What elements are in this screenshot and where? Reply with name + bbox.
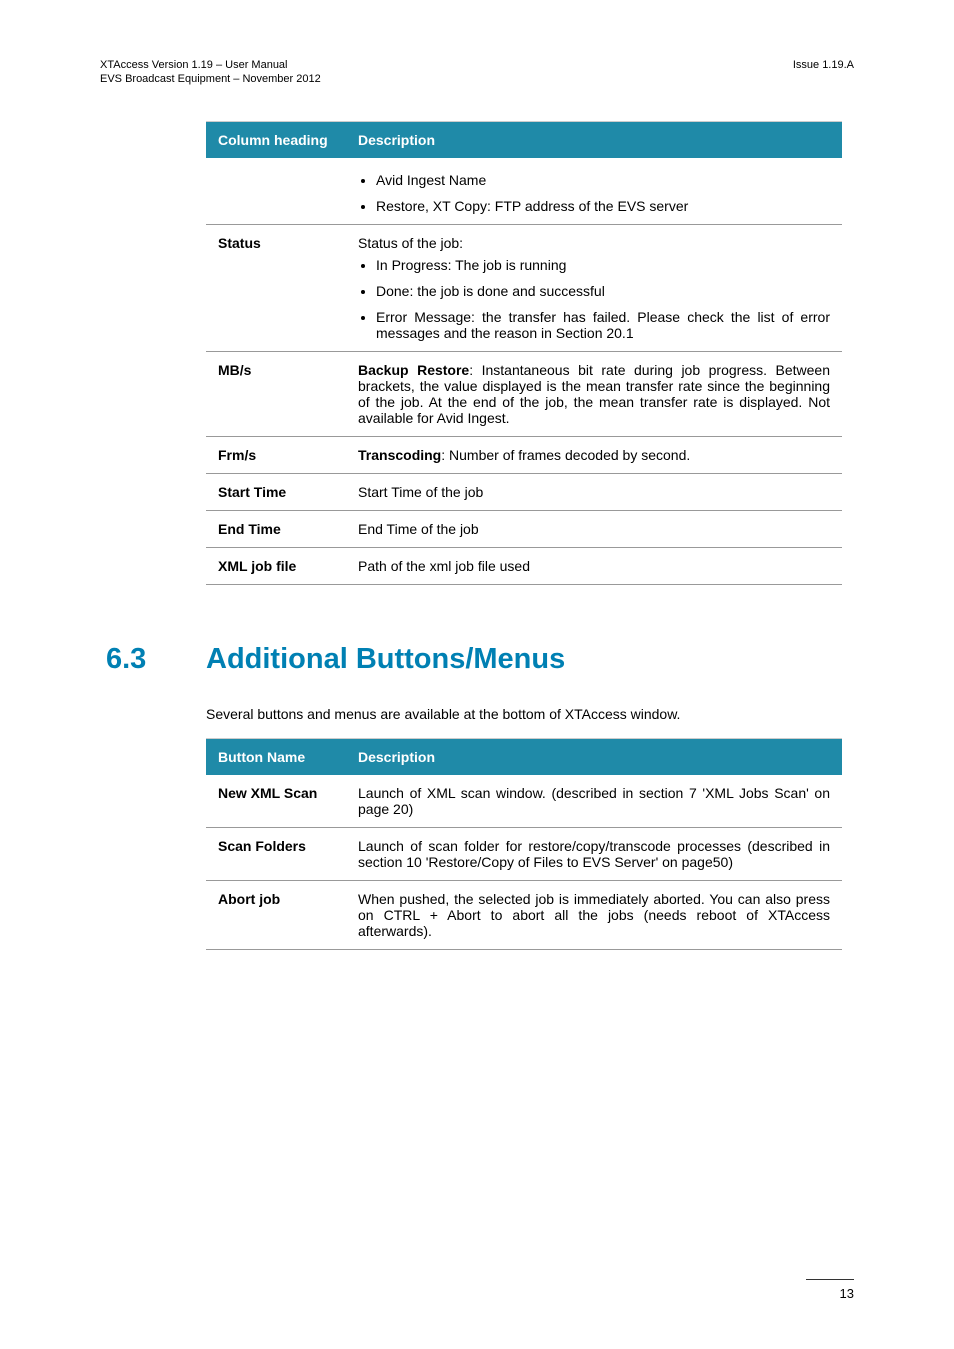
table-row: Scan Folders Launch of scan folder for r… <box>206 827 842 880</box>
desc-prefix: Transcoding <box>358 447 441 463</box>
header-right: Issue 1.19.A <box>793 58 854 87</box>
section-heading: 6.3 Additional Buttons/Menus <box>100 643 854 676</box>
table-row: New XML Scan Launch of XML scan window. … <box>206 775 842 828</box>
section-intro: Several buttons and menus are available … <box>206 706 854 722</box>
table-row: MB/s Backup Restore: Instantaneous bit r… <box>206 351 842 436</box>
row-desc: When pushed, the selected job is immedia… <box>346 880 842 949</box>
row-label: MB/s <box>206 351 346 436</box>
table-header-col2: Description <box>346 121 842 158</box>
table-row: End Time End Time of the job <box>206 510 842 547</box>
row-desc: Path of the xml job file used <box>346 547 842 584</box>
row-desc: Avid Ingest Name Restore, XT Copy: FTP a… <box>346 158 842 225</box>
row-label: Frm/s <box>206 436 346 473</box>
list-item: Restore, XT Copy: FTP address of the EVS… <box>376 198 830 214</box>
button-description-table: Button Name Description New XML Scan Lau… <box>206 738 842 950</box>
section-number: 6.3 <box>100 643 206 676</box>
row-label: Abort job <box>206 880 346 949</box>
row-label: Status <box>206 224 346 351</box>
row-desc: Launch of XML scan window. (described in… <box>346 775 842 828</box>
row-label: XML job file <box>206 547 346 584</box>
table-header-col1: Button Name <box>206 738 346 775</box>
table-row: Avid Ingest Name Restore, XT Copy: FTP a… <box>206 158 842 225</box>
row-label <box>206 158 346 225</box>
header-left: XTAccess Version 1.19 – User Manual EVS … <box>100 58 321 87</box>
list-item: In Progress: The job is running <box>376 257 830 273</box>
doc-title: XTAccess Version 1.19 – User Manual <box>100 58 321 72</box>
row-desc: Transcoding: Number of frames decoded by… <box>346 436 842 473</box>
doc-issue: Issue 1.19.A <box>793 58 854 72</box>
column-description-table: Column heading Description Avid Ingest N… <box>206 121 842 585</box>
page-header: XTAccess Version 1.19 – User Manual EVS … <box>100 58 854 87</box>
row-desc: Backup Restore: Instantaneous bit rate d… <box>346 351 842 436</box>
doc-subtitle: EVS Broadcast Equipment – November 2012 <box>100 72 321 86</box>
row-desc: Status of the job: In Progress: The job … <box>346 224 842 351</box>
row-desc: End Time of the job <box>346 510 842 547</box>
table-header-row: Column heading Description <box>206 121 842 158</box>
desc-body: : Number of frames decoded by second. <box>441 447 690 463</box>
row-desc: Launch of scan folder for restore/copy/t… <box>346 827 842 880</box>
row-label: New XML Scan <box>206 775 346 828</box>
list-item: Error Message: the transfer has failed. … <box>376 309 830 341</box>
row-label: Scan Folders <box>206 827 346 880</box>
list-item: Done: the job is done and successful <box>376 283 830 299</box>
table-row: Frm/s Transcoding: Number of frames deco… <box>206 436 842 473</box>
table-header-row: Button Name Description <box>206 738 842 775</box>
table-row: Status Status of the job: In Progress: T… <box>206 224 842 351</box>
page-content: Column heading Description Avid Ingest N… <box>206 121 854 950</box>
status-intro: Status of the job: <box>358 235 830 251</box>
table-row: Abort job When pushed, the selected job … <box>206 880 842 949</box>
table-row: XML job file Path of the xml job file us… <box>206 547 842 584</box>
table-header-col1: Column heading <box>206 121 346 158</box>
list-item: Avid Ingest Name <box>376 172 830 188</box>
row-label: End Time <box>206 510 346 547</box>
page-footer: 13 <box>806 1279 854 1301</box>
page-number: 13 <box>840 1286 854 1301</box>
table-row: Start Time Start Time of the job <box>206 473 842 510</box>
row-desc: Start Time of the job <box>346 473 842 510</box>
row-label: Start Time <box>206 473 346 510</box>
section-title: Additional Buttons/Menus <box>206 643 565 676</box>
table-header-col2: Description <box>346 738 842 775</box>
desc-prefix: Backup Restore <box>358 362 469 378</box>
